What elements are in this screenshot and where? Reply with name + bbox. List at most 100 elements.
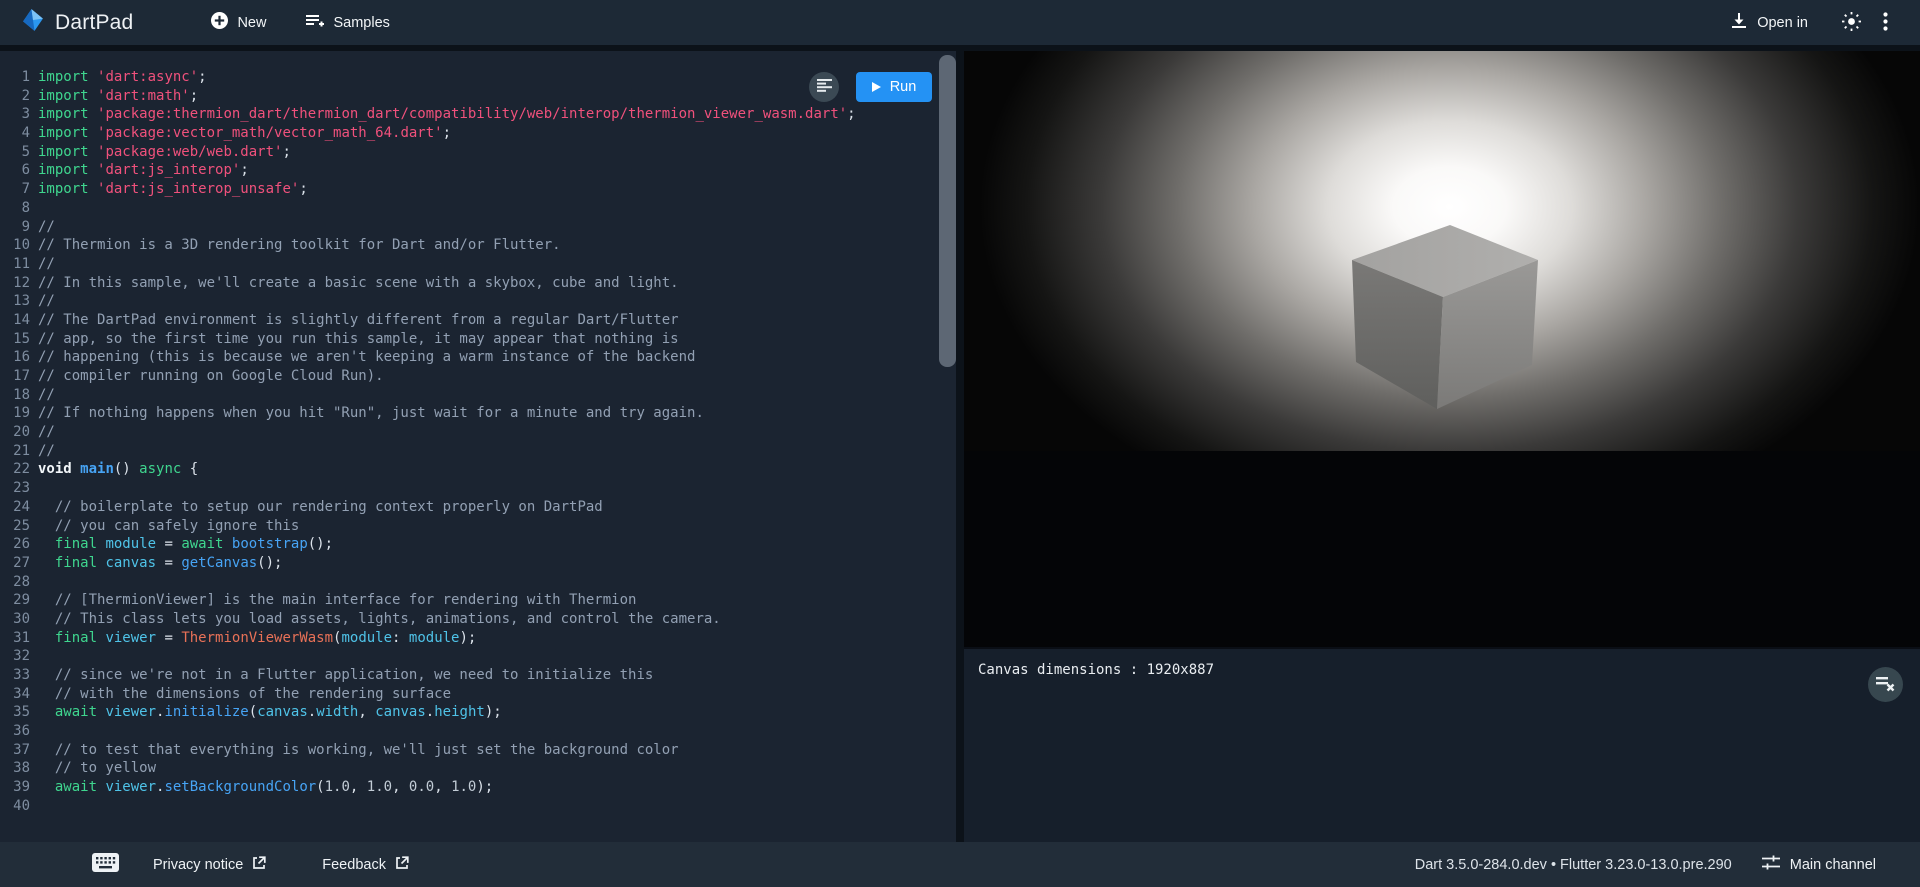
dartpad-app: DartPad New Sa	[0, 0, 1920, 887]
code-text: await viewer.setBackgroundColor(1.0, 1.0…	[38, 778, 493, 797]
feedback-link[interactable]: Feedback	[322, 856, 409, 874]
format-code-button[interactable]	[809, 72, 839, 102]
code-line[interactable]: 23	[10, 479, 956, 498]
code-text: // you can safely ignore this	[38, 517, 299, 536]
line-number: 1	[10, 68, 30, 87]
clear-console-icon	[1876, 675, 1895, 695]
code-line[interactable]: 40	[10, 797, 956, 816]
code-line[interactable]: 24 // boilerplate to setup our rendering…	[10, 498, 956, 517]
code-line[interactable]: 15 // app, so the first time you run this…	[10, 330, 956, 349]
code-line[interactable]: 30 // This class lets you load assets, l…	[10, 610, 956, 629]
code-line[interactable]: 14// The DartPad environment is slightly…	[10, 311, 956, 330]
code-text: final canvas = getCanvas();	[38, 554, 282, 573]
keyboard-shortcuts-button[interactable]	[92, 853, 119, 876]
code-line[interactable]: 39 await viewer.setBackgroundColor(1.0, …	[10, 778, 956, 797]
render-canvas[interactable]	[964, 51, 1920, 647]
code-line[interactable]: 18//	[10, 386, 956, 405]
code-editor[interactable]: 1import 'dart:async';2import 'dart:math'…	[0, 51, 956, 842]
code-line[interactable]: 32	[10, 647, 956, 666]
code-line[interactable]: 35 await viewer.initialize(canvas.width,…	[10, 703, 956, 722]
code-line[interactable]: 6 import 'dart:js_interop';	[10, 161, 956, 180]
code-line[interactable]: 10// Thermion is a 3D rendering toolkit …	[10, 236, 956, 255]
code-text: //	[38, 442, 55, 461]
format-align-icon	[817, 79, 832, 95]
code-line[interactable]: 22void main() async {	[10, 460, 956, 479]
code-line[interactable]: 27 final canvas = getCanvas();	[10, 554, 956, 573]
code-line[interactable]: 16// happening (this is because we aren'…	[10, 348, 956, 367]
code-text: // to yellow	[38, 759, 156, 778]
line-number: 24	[10, 498, 30, 517]
run-button-label: Run	[890, 79, 917, 95]
line-number: 32	[10, 647, 30, 666]
brightness-toggle-button[interactable]	[1834, 6, 1868, 40]
line-number: 28	[10, 573, 30, 592]
code-line[interactable]: 19// If nothing happens when you hit "Ru…	[10, 404, 956, 423]
channel-selector-button[interactable]: Main channel	[1762, 855, 1876, 875]
rendered-cube	[1350, 224, 1540, 419]
line-number: 21	[10, 442, 30, 461]
tune-icon	[1762, 855, 1780, 875]
code-text: import 'dart:math';	[38, 87, 198, 106]
code-line[interactable]: 25 // you can safely ignore this	[10, 517, 956, 536]
code-line[interactable]: 37 // to test that everything is working…	[10, 741, 956, 760]
line-number: 15	[10, 330, 30, 349]
rendered-light-glow	[964, 51, 1920, 451]
brand: DartPad	[20, 7, 133, 38]
code-line[interactable]: 8	[10, 199, 956, 218]
line-number: 23	[10, 479, 30, 498]
code-text: // boilerplate to setup our rendering co…	[38, 498, 603, 517]
line-number: 17	[10, 367, 30, 386]
editor-scrollbar-thumb[interactable]	[939, 55, 956, 367]
code-text: import 'package:vector_math/vector_math_…	[38, 124, 451, 143]
code-line[interactable]: 31 final viewer = ThermionViewerWasm(mod…	[10, 629, 956, 648]
line-number: 3	[10, 105, 30, 124]
console-panel: Canvas dimensions : 1920x887	[964, 647, 1920, 842]
app-title: DartPad	[55, 11, 133, 35]
code-text: // The DartPad environment is slightly d…	[38, 311, 679, 330]
code-line[interactable]: 21 //	[10, 442, 956, 461]
line-number: 34	[10, 685, 30, 704]
code-line[interactable]: 5import 'package:web/web.dart';	[10, 143, 956, 162]
code-line[interactable]: 38 // to yellow	[10, 759, 956, 778]
line-number: 31	[10, 629, 30, 648]
code-line[interactable]: 4import 'package:vector_math/vector_math…	[10, 124, 956, 143]
new-button[interactable]: New	[211, 12, 266, 33]
code-line[interactable]: 17// compiler running on Google Cloud Ru…	[10, 367, 956, 386]
line-number: 13	[10, 292, 30, 311]
code-text: // Thermion is a 3D rendering toolkit fo…	[38, 236, 561, 255]
code-line[interactable]: 36	[10, 722, 956, 741]
code-line[interactable]: 7import 'dart:js_interop_unsafe';	[10, 180, 956, 199]
code-text: //	[38, 255, 55, 274]
code-text: void main() async {	[38, 460, 198, 479]
code-line[interactable]: 34 // with the dimensions of the renderi…	[10, 685, 956, 704]
code-line[interactable]: 12// In this sample, we'll create a basi…	[10, 274, 956, 293]
code-line[interactable]: 9//	[10, 218, 956, 237]
clear-console-button[interactable]	[1868, 667, 1903, 702]
privacy-notice-link[interactable]: Privacy notice	[153, 856, 266, 874]
code-line[interactable]: 20//	[10, 423, 956, 442]
code-line[interactable]: 26 final module = await bootstrap();	[10, 535, 956, 554]
code-text: // This class lets you load assets, ligh…	[38, 610, 721, 629]
code-text: import 'dart:async';	[38, 68, 207, 87]
code-text: // If nothing happens when you hit "Run"…	[38, 404, 704, 423]
panel-splitter[interactable]	[956, 51, 964, 842]
samples-button[interactable]: Samples	[306, 13, 389, 33]
line-number: 26	[10, 535, 30, 554]
open-in-button[interactable]: Open in	[1730, 12, 1808, 34]
overflow-menu-button[interactable]	[1868, 6, 1902, 40]
code-text: import 'dart:js_interop';	[38, 161, 249, 180]
code-line[interactable]: 13//	[10, 292, 956, 311]
code-line[interactable]: 3import 'package:thermion_dart/thermion_…	[10, 105, 956, 124]
code-line[interactable]: 29 // [ThermionViewer] is the main inter…	[10, 591, 956, 610]
code-line[interactable]: 28	[10, 573, 956, 592]
line-number: 6	[10, 161, 30, 180]
code-text: final module = await bootstrap();	[38, 535, 333, 554]
code-line[interactable]: 11 //	[10, 255, 956, 274]
line-number: 11	[10, 255, 30, 274]
code-line[interactable]: 33 // since we're not in a Flutter appli…	[10, 666, 956, 685]
line-number: 33	[10, 666, 30, 685]
dart-logo-icon	[20, 7, 46, 38]
sun-icon	[1841, 11, 1862, 35]
code-text: // app, so the first time you run this s…	[38, 330, 679, 349]
run-button[interactable]: Run	[856, 72, 932, 102]
